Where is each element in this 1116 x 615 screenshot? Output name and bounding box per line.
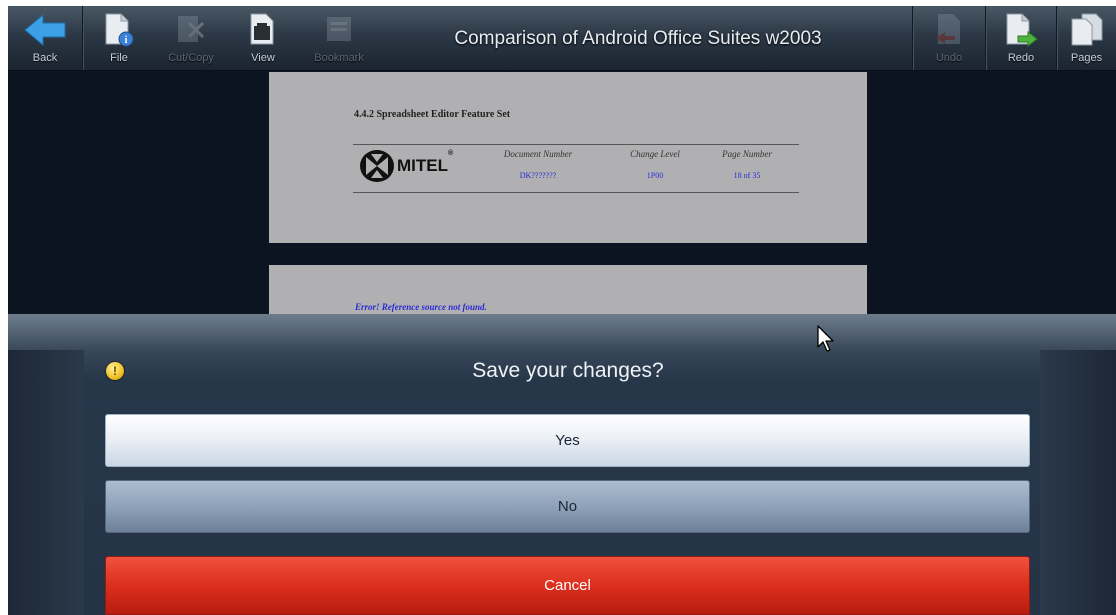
back-button[interactable]: Back bbox=[8, 6, 82, 70]
pages-icon bbox=[1070, 12, 1104, 48]
mouse-pointer-icon bbox=[817, 325, 834, 352]
cancel-button[interactable]: Cancel bbox=[105, 556, 1030, 615]
cut-copy-button[interactable]: Cut/Copy bbox=[155, 6, 227, 70]
no-button[interactable]: No bbox=[105, 480, 1030, 533]
undo-label: Undo bbox=[935, 52, 963, 64]
cut-copy-label: Cut/Copy bbox=[168, 52, 214, 64]
save-changes-dialog: ! Save your changes? Yes No Cancel bbox=[8, 314, 1116, 615]
document-title: Comparison of Android Office Suites w200… bbox=[454, 28, 822, 49]
mitel-logo: MITEL® bbox=[359, 148, 453, 184]
col-header-change-level: Change Level bbox=[630, 149, 680, 159]
view-button[interactable]: View bbox=[227, 6, 299, 70]
back-label: Back bbox=[32, 52, 58, 64]
header-rule-top bbox=[353, 144, 799, 145]
change-level-value: 1P00 bbox=[646, 171, 664, 180]
col-header-page-number: Page Number bbox=[722, 149, 772, 159]
document-page[interactable]: 4.4.2 Spreadsheet Editor Feature Set MIT… bbox=[269, 72, 867, 243]
redo-icon bbox=[1004, 12, 1038, 48]
pages-button[interactable]: Pages bbox=[1057, 6, 1116, 70]
page-number-value: 18 of 35 bbox=[733, 171, 761, 180]
warning-icon: ! bbox=[106, 362, 124, 380]
view-icon bbox=[248, 12, 278, 48]
dialog-title: Save your changes? bbox=[472, 359, 664, 382]
file-button[interactable]: i File bbox=[83, 6, 155, 70]
mitel-logo-mark-icon bbox=[360, 150, 394, 182]
yes-button[interactable]: Yes bbox=[105, 414, 1030, 467]
error-reference-text: Error! Reference source not found. bbox=[355, 302, 487, 312]
redo-button[interactable]: Redo bbox=[986, 6, 1056, 70]
header-rule-bottom bbox=[353, 192, 799, 193]
view-label: View bbox=[251, 52, 275, 64]
back-arrow-icon bbox=[23, 12, 67, 48]
logo-text: MITEL® bbox=[397, 150, 454, 175]
undo-button[interactable]: Undo bbox=[913, 6, 985, 70]
document-number-value: DK??????? bbox=[519, 171, 557, 180]
file-info-icon: i bbox=[103, 12, 135, 48]
file-label: File bbox=[110, 52, 128, 64]
cut-copy-icon bbox=[175, 12, 207, 48]
bookmark-icon bbox=[324, 12, 354, 48]
toolbar: Back i File Cut/Copy View Bookmark Compa… bbox=[8, 6, 1116, 71]
section-heading: 4.4.2 Spreadsheet Editor Feature Set bbox=[354, 109, 511, 120]
bookmark-button[interactable]: Bookmark bbox=[299, 6, 379, 70]
pages-label: Pages bbox=[1070, 52, 1103, 64]
redo-label: Redo bbox=[1007, 52, 1035, 64]
undo-icon bbox=[933, 12, 965, 48]
app-window: Back i File Cut/Copy View Bookmark Compa… bbox=[8, 6, 1116, 615]
svg-text:i: i bbox=[125, 35, 128, 46]
col-header-document-number: Document Number bbox=[503, 149, 573, 159]
bookmark-label: Bookmark bbox=[314, 52, 364, 64]
